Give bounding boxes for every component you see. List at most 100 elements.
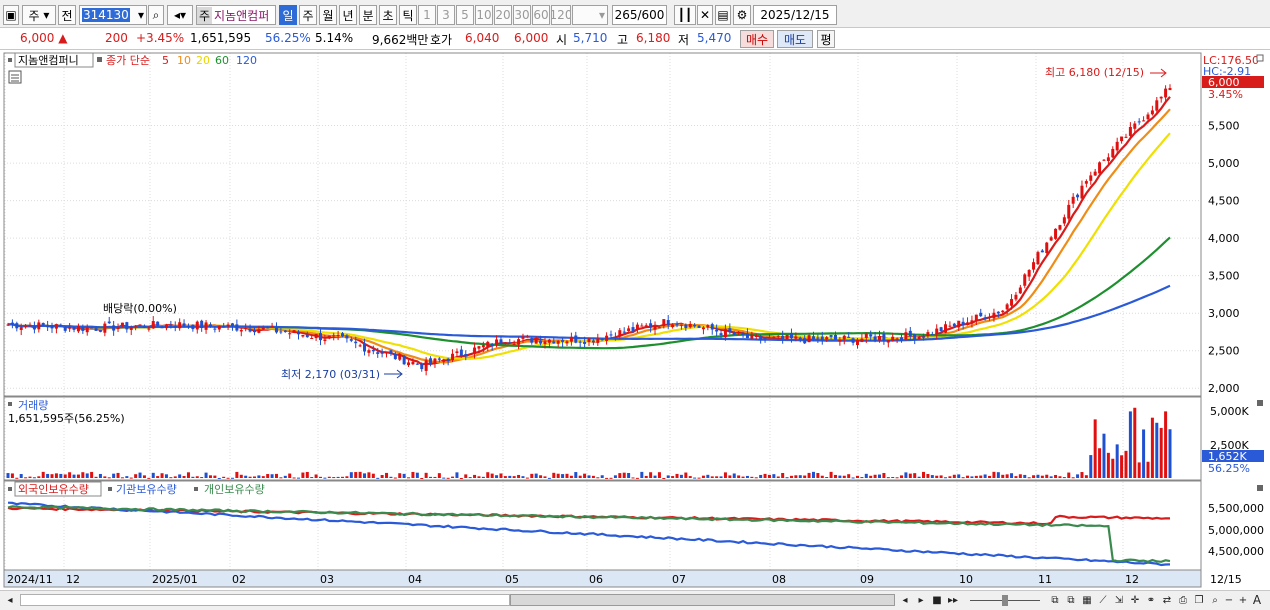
volume-bar	[851, 477, 855, 479]
layout-icon[interactable]: ⧉	[1048, 593, 1062, 607]
stock-name: 지놈앤컴퍼	[214, 8, 270, 23]
interval-60[interactable]: 60	[532, 5, 550, 25]
volume-bar	[1071, 477, 1075, 479]
candle-body	[297, 331, 300, 335]
fit-icon[interactable]: ⇲	[1112, 593, 1126, 607]
interval-1[interactable]: 1	[418, 5, 436, 25]
candle-icon[interactable]: ┃┃	[674, 5, 696, 25]
volume-bar	[525, 477, 529, 479]
type-select[interactable]: 주 ▾	[22, 5, 56, 25]
interval-10[interactable]: 10	[475, 5, 493, 25]
scroll-left-icon[interactable]: ◂	[3, 593, 17, 607]
scroll-right-icon[interactable]: ◂	[898, 593, 912, 607]
period-month[interactable]: 월	[319, 5, 337, 25]
font-size-icon[interactable]: A	[1250, 593, 1264, 607]
candle-body	[605, 335, 609, 341]
period-second[interactable]: 초	[379, 5, 397, 25]
panel-handle-icon[interactable]	[8, 58, 12, 62]
sync-icon[interactable]: ⇄	[1160, 593, 1174, 607]
holding-handle-icon[interactable]	[8, 487, 12, 491]
buy-button[interactable]: 매수	[740, 30, 774, 48]
tools-icon[interactable]: ✕	[697, 5, 713, 25]
stop-icon[interactable]: ■	[930, 593, 944, 607]
candle-body	[561, 340, 565, 342]
interval-5[interactable]: 5	[456, 5, 474, 25]
candle-body	[895, 338, 899, 340]
candle-body	[543, 341, 547, 344]
candle-body	[442, 359, 446, 362]
link-icon[interactable]: ⚭	[1144, 593, 1158, 607]
volume-bar	[609, 477, 613, 479]
search-icon[interactable]: ⌕	[148, 5, 164, 25]
candle-body	[675, 324, 679, 326]
interval-20[interactable]: 20	[494, 5, 512, 25]
volume-bar	[908, 473, 912, 478]
interval-120[interactable]: 120	[551, 5, 571, 25]
volume-value: 1,651,595	[190, 31, 252, 45]
volume-bar	[32, 477, 36, 479]
copy-icon[interactable]: ⧉	[1064, 593, 1078, 607]
volume-handle-icon[interactable]	[8, 402, 12, 406]
code-input[interactable]: 314130 ▾	[79, 5, 147, 25]
candle-body	[468, 353, 472, 355]
candle-body	[917, 336, 921, 340]
high-price: 6,180	[636, 31, 671, 45]
price-tick-label: 4,500	[1208, 195, 1240, 208]
volume-bar	[917, 476, 921, 478]
candle-body	[596, 338, 600, 343]
volume-bar	[1058, 476, 1062, 478]
volume-bar	[596, 477, 600, 479]
interval-3[interactable]: 3	[437, 5, 455, 25]
interval-dropdown[interactable]: ▾	[572, 5, 608, 25]
zoom-in-icon[interactable]: +	[1236, 593, 1250, 607]
ma-handle-icon[interactable]	[97, 57, 102, 62]
gear-icon[interactable]: ⚙	[733, 5, 751, 25]
zoom-out-icon[interactable]: −	[1222, 593, 1236, 607]
scroll-track[interactable]	[20, 594, 510, 606]
move-icon[interactable]: ✛	[1128, 593, 1142, 607]
change-pct: +3.45%	[136, 31, 185, 45]
interval-30[interactable]: 30	[513, 5, 531, 25]
print-icon[interactable]: ⎙	[1176, 593, 1190, 607]
holding-panel-menu-icon[interactable]	[1257, 485, 1263, 491]
window-restore-icon[interactable]: ❐	[1192, 593, 1206, 607]
candle-body	[341, 333, 345, 337]
speaker-icon[interactable]: ◂▾	[167, 5, 193, 25]
zoom-icon[interactable]: ⌕	[1208, 593, 1222, 607]
individual-handle-icon[interactable]	[194, 487, 198, 491]
flat-button[interactable]: 평	[817, 30, 835, 48]
table-icon[interactable]: ▦	[1080, 593, 1094, 607]
candle-body	[732, 332, 736, 335]
draw-tool-icon[interactable]: ⟋	[1096, 593, 1110, 607]
window-icon[interactable]: ▣	[3, 5, 19, 25]
volume-bar	[710, 476, 714, 478]
bottom-scrollbar[interactable]: ◂ ◂ ▸ ■ ▸▸ ⧉ ⧉ ▦ ⟋ ⇲ ✛ ⚭ ⇄ ⎙ ❐ ⌕ − + A	[0, 590, 1270, 610]
volume-panel-menu-icon[interactable]	[1257, 400, 1263, 406]
period-day[interactable]: 일	[279, 5, 297, 25]
period-year[interactable]: 년	[339, 5, 357, 25]
candle-body	[319, 333, 323, 341]
save-icon[interactable]: ▤	[715, 5, 731, 25]
institution-handle-icon[interactable]	[108, 487, 112, 491]
volume-bar	[186, 472, 190, 478]
volume-bar	[922, 471, 926, 478]
candle-body	[807, 335, 811, 343]
candle-body	[169, 325, 173, 327]
price-panel-menu-icon[interactable]	[1256, 54, 1264, 62]
stock-chart[interactable]: 5,500 5,000 4,500 4,000 3,500 3,000 2,500 2,000…	[0, 50, 1270, 590]
zoom-slider-thumb[interactable]	[1002, 595, 1008, 606]
sell-button[interactable]: 매도	[777, 30, 813, 48]
scroll-thumb[interactable]	[510, 594, 895, 606]
period-tick[interactable]: 틱	[399, 5, 417, 25]
period-minute[interactable]: 분	[359, 5, 377, 25]
fast-forward-icon[interactable]: ▸▸	[946, 593, 960, 607]
price-tick-label: 3,500	[1208, 270, 1240, 283]
volume-bar	[1036, 474, 1040, 478]
date-input[interactable]: 2025/12/15	[753, 5, 837, 25]
period-week[interactable]: 주	[299, 5, 317, 25]
play-icon[interactable]: ▸	[914, 593, 928, 607]
volume-bar	[10, 473, 14, 478]
count-box[interactable]: 265/600	[612, 5, 667, 25]
candle-body	[525, 336, 529, 338]
prefix-button[interactable]: 전	[58, 5, 76, 25]
